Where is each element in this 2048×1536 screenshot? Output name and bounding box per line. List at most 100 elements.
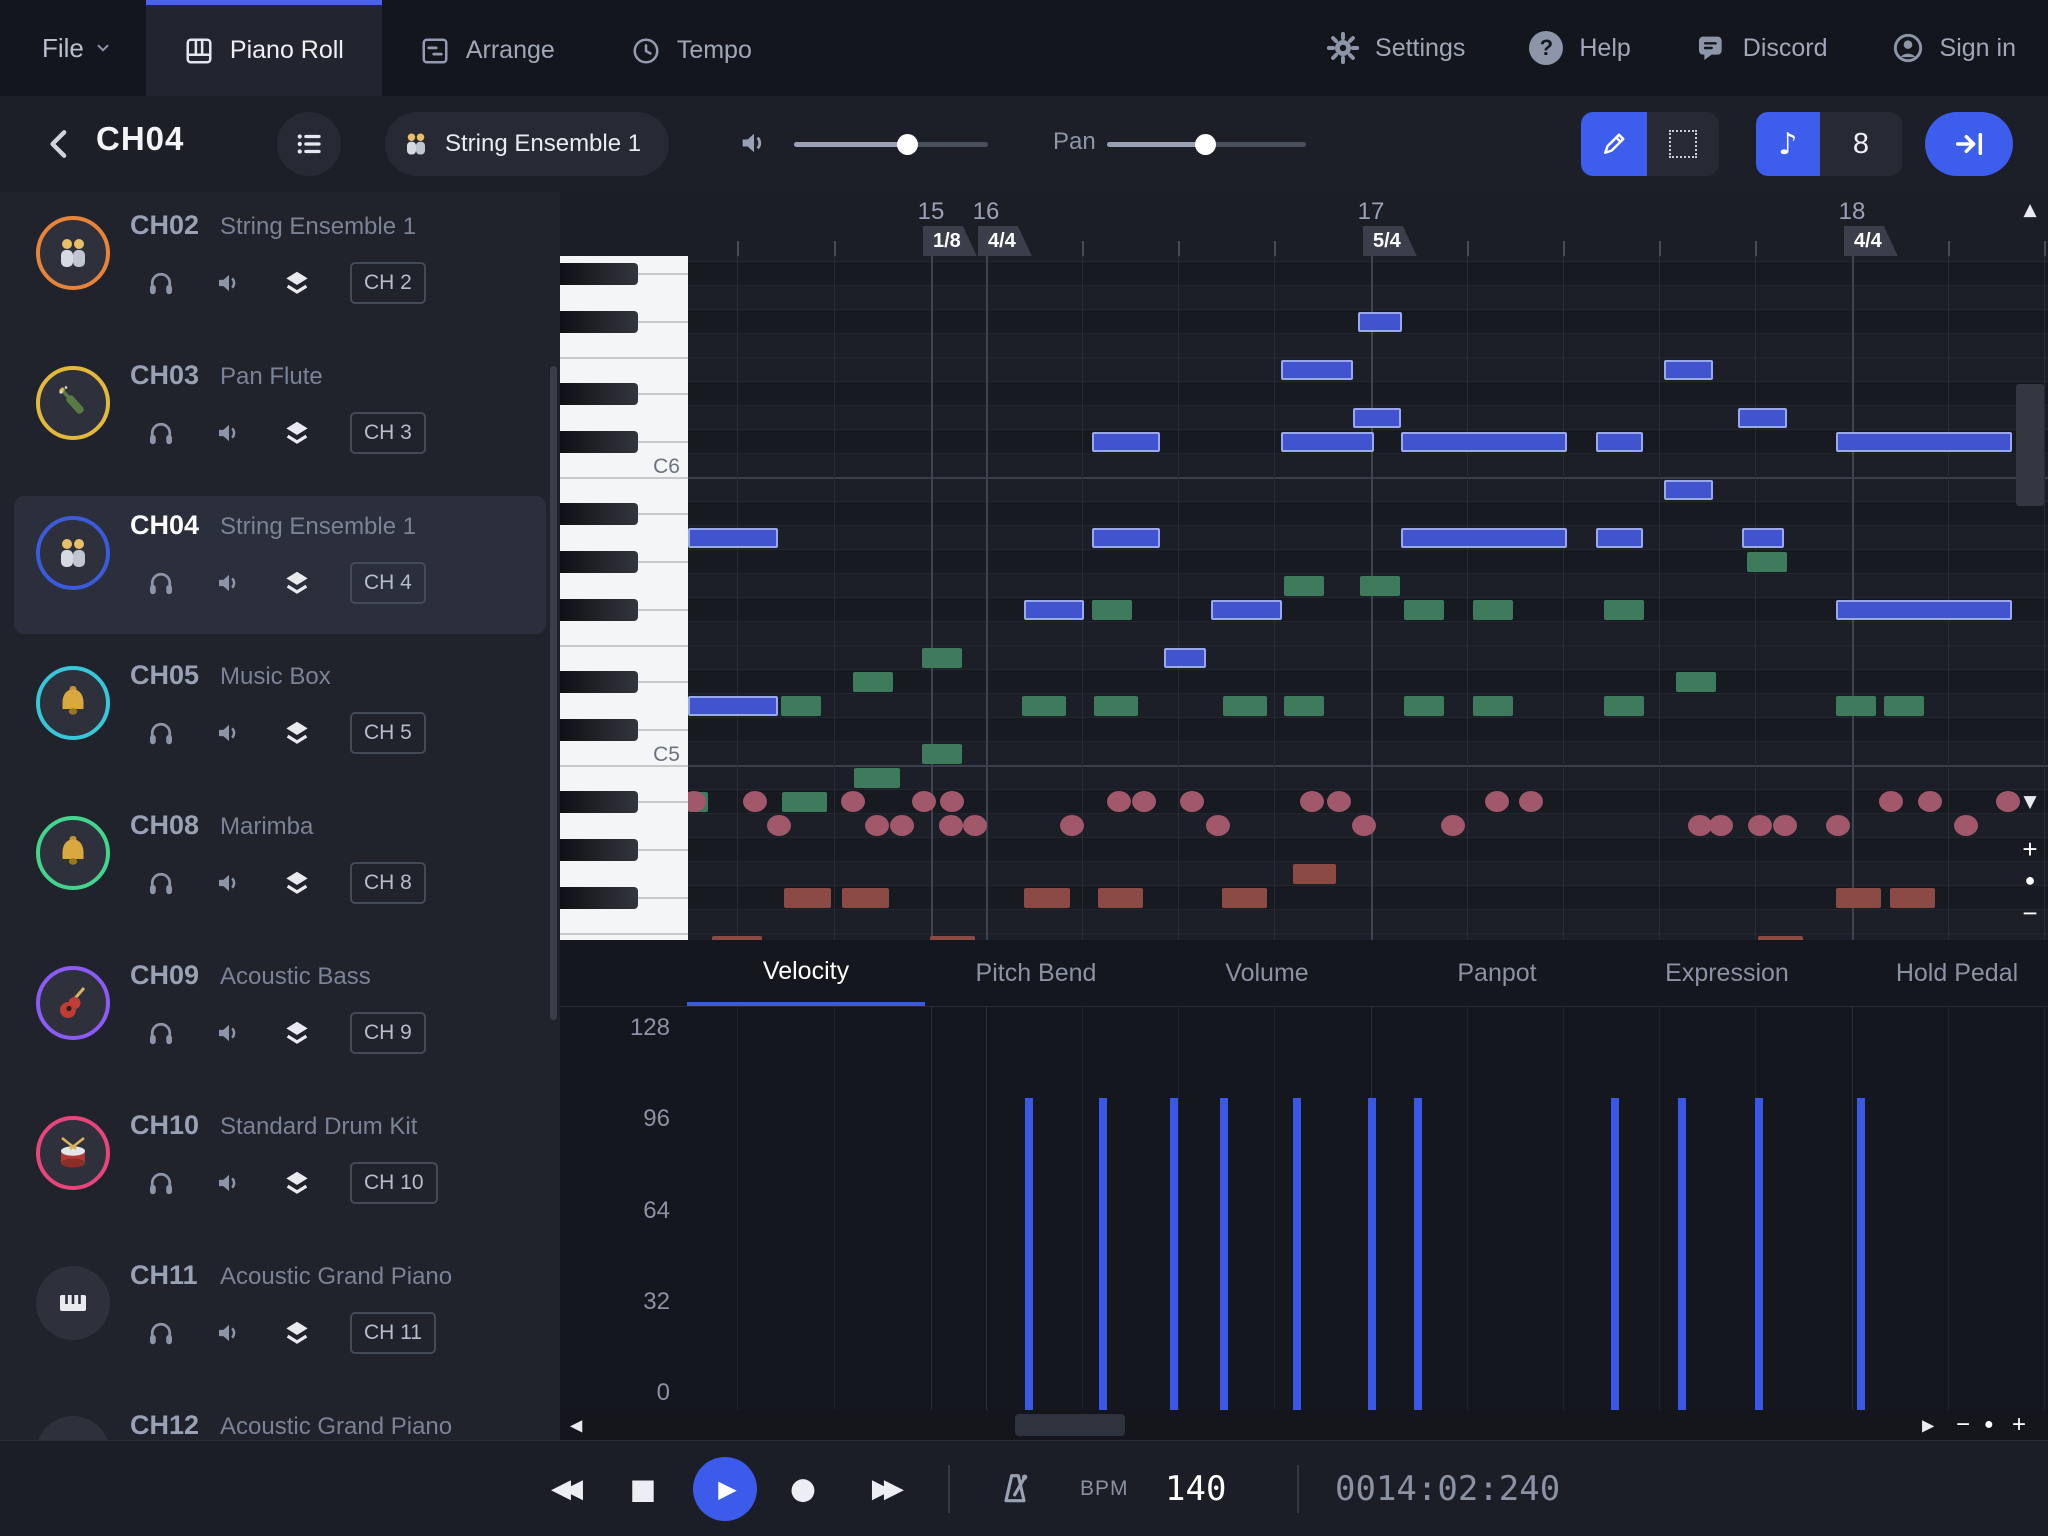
black-key[interactable]	[560, 839, 638, 861]
drum-note[interactable]	[963, 815, 987, 836]
drum-note[interactable]	[1352, 815, 1376, 836]
black-key[interactable]	[560, 383, 638, 405]
midi-note-ghost[interactable]	[782, 792, 827, 812]
layers-icon[interactable]	[282, 868, 312, 898]
stop-button[interactable]: ■	[630, 1473, 656, 1506]
control-tab-velocity[interactable]: Velocity	[687, 940, 925, 1006]
midi-note-ghost[interactable]	[1284, 696, 1324, 716]
headphones-icon[interactable]	[146, 568, 176, 598]
midi-note-selected-track[interactable]	[1358, 312, 1402, 332]
headphones-icon[interactable]	[146, 718, 176, 748]
black-key[interactable]	[560, 719, 638, 741]
channel-badge[interactable]: CH 4	[350, 562, 426, 604]
midi-note-ghost[interactable]	[1022, 696, 1066, 716]
drum-note[interactable]	[940, 791, 964, 812]
midi-note-ghost[interactable]	[922, 744, 962, 764]
layers-icon[interactable]	[282, 268, 312, 298]
midi-note-ghost[interactable]	[1094, 696, 1138, 716]
file-menu[interactable]: File	[0, 0, 146, 96]
zoom-in-vertical-icon[interactable]: +	[2022, 834, 2037, 865]
jump-to-end-button[interactable]	[1925, 112, 2013, 176]
people-avatar-icon[interactable]	[36, 516, 110, 590]
black-key[interactable]	[560, 551, 638, 573]
midi-note-ghost[interactable]	[1676, 672, 1716, 692]
velocity-bar[interactable]	[1099, 1098, 1107, 1410]
midi-note-selected-track[interactable]	[1211, 600, 1282, 620]
midi-note-ghost[interactable]	[1222, 888, 1267, 908]
drum-note[interactable]	[1485, 791, 1509, 812]
midi-note-selected-track[interactable]	[688, 696, 778, 716]
velocity-bar[interactable]	[1025, 1098, 1033, 1410]
midi-note-selected-track[interactable]	[1836, 432, 2012, 452]
midi-note-selected-track[interactable]	[1596, 528, 1643, 548]
metronome-icon[interactable]	[995, 1469, 1035, 1509]
velocity-bar[interactable]	[1220, 1098, 1228, 1410]
control-tab-hold-pedal[interactable]: Hold Pedal	[1838, 940, 2048, 1006]
zoom-reset-vertical-icon[interactable]: ●	[2025, 870, 2036, 891]
midi-note-ghost[interactable]	[781, 696, 821, 716]
midi-note-ghost[interactable]	[1360, 576, 1400, 596]
bottle-avatar-icon[interactable]	[36, 366, 110, 440]
pan-slider-knob[interactable]	[1195, 134, 1216, 155]
track-list-button[interactable]	[277, 112, 341, 176]
channel-badge[interactable]: CH 3	[350, 412, 426, 454]
people-avatar-icon[interactable]	[36, 216, 110, 290]
drum-note[interactable]	[1709, 815, 1733, 836]
drum-note[interactable]	[1300, 791, 1324, 812]
channel-badge[interactable]: CH 5	[350, 712, 426, 754]
layers-icon[interactable]	[282, 418, 312, 448]
midi-note-ghost[interactable]	[1604, 600, 1644, 620]
channel-badge[interactable]: CH 8	[350, 862, 426, 904]
speaker-icon[interactable]	[214, 718, 244, 748]
midi-note-ghost[interactable]	[784, 888, 831, 908]
scroll-down-icon[interactable]: ▼	[2023, 792, 2036, 812]
speaker-icon[interactable]	[214, 418, 244, 448]
midi-note-ghost[interactable]	[1473, 600, 1513, 620]
midi-note-selected-track[interactable]	[1024, 600, 1084, 620]
velocity-bar[interactable]	[1170, 1098, 1178, 1410]
drum-note[interactable]	[912, 791, 936, 812]
layers-icon[interactable]	[282, 1018, 312, 1048]
midi-note-ghost[interactable]	[1890, 888, 1935, 908]
midi-note-ghost[interactable]	[853, 672, 893, 692]
midi-note-selected-track[interactable]	[1664, 480, 1713, 500]
drum-note[interactable]	[1519, 791, 1543, 812]
play-button[interactable]: ▶	[693, 1457, 757, 1521]
midi-note-ghost[interactable]	[1473, 696, 1513, 716]
black-key[interactable]	[560, 503, 638, 525]
time-signature-chip[interactable]: 5/4	[1363, 226, 1417, 256]
midi-note-selected-track[interactable]	[1353, 408, 1401, 428]
drum-note[interactable]	[1748, 815, 1772, 836]
horizontal-scrollbar-thumb[interactable]	[1015, 1414, 1125, 1436]
drum-note[interactable]	[1879, 791, 1903, 812]
control-tab-pitch-bend[interactable]: Pitch Bend	[917, 940, 1155, 1006]
fast-forward-button[interactable]: ▶▶	[872, 1474, 896, 1504]
vertical-scrollbar-thumb[interactable]	[2016, 384, 2044, 506]
drum-note[interactable]	[1826, 815, 1850, 836]
midi-note-selected-track[interactable]	[1164, 648, 1206, 668]
track-row-ch08[interactable]: CH08MarimbaCH 8	[14, 796, 546, 934]
tab-arrange[interactable]: Arrange	[382, 0, 593, 96]
layers-icon[interactable]	[282, 1318, 312, 1348]
midi-note-selected-track[interactable]	[1092, 528, 1160, 548]
headphones-icon[interactable]	[146, 868, 176, 898]
discord-button[interactable]: Discord	[1663, 32, 1860, 64]
midi-note-ghost[interactable]	[842, 888, 889, 908]
speaker-icon[interactable]	[214, 1168, 244, 1198]
control-tab-volume[interactable]: Volume	[1148, 940, 1386, 1006]
tab-piano-roll[interactable]: Piano Roll	[146, 0, 382, 96]
track-row-ch11[interactable]: CH11Acoustic Grand PianoCH 11	[14, 1246, 546, 1384]
drum-note[interactable]	[1441, 815, 1465, 836]
drum-note[interactable]	[1107, 791, 1131, 812]
track-row-ch10[interactable]: CH10Standard Drum KitCH 10	[14, 1096, 546, 1234]
pan-slider[interactable]	[1107, 142, 1306, 147]
drum-note[interactable]	[1180, 791, 1204, 812]
black-key[interactable]	[560, 263, 638, 285]
midi-note-ghost[interactable]	[1884, 696, 1924, 716]
track-list-scrollbar[interactable]	[550, 366, 557, 1020]
volume-slider[interactable]	[794, 142, 988, 147]
piano-avatar-icon[interactable]	[36, 1266, 110, 1340]
black-key[interactable]	[560, 311, 638, 333]
layers-icon[interactable]	[282, 568, 312, 598]
midi-note-ghost[interactable]	[1098, 888, 1143, 908]
